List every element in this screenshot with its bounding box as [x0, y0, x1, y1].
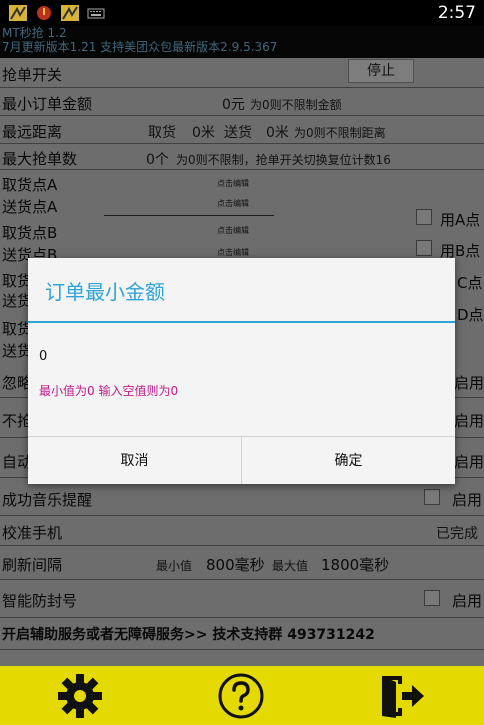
help-icon[interactable] — [217, 672, 265, 720]
keyboard-icon — [87, 8, 105, 19]
app-notification-icon-2 — [61, 5, 79, 21]
confirm-button[interactable]: 确定 — [241, 437, 455, 484]
dialog-title-divider — [28, 321, 455, 323]
dialog-hint: 最小值为0 输入空值则为0 — [39, 384, 179, 398]
app-notification-icon — [9, 5, 27, 21]
dialog-buttons: 取消 确定 — [28, 436, 455, 484]
cancel-button[interactable]: 取消 — [28, 437, 241, 484]
bottom-toolbar — [0, 666, 484, 725]
clock: 2:57 — [437, 3, 476, 23]
min-amount-dialog: 订单最小金额 0 最小值为0 输入空值则为0 取消 确定 — [28, 258, 455, 484]
alert-notification-icon — [37, 6, 51, 20]
min-amount-input[interactable]: 0 — [39, 349, 47, 364]
gear-icon[interactable] — [56, 672, 104, 720]
exit-icon[interactable] — [378, 672, 426, 720]
status-bar: 2:57 — [0, 0, 484, 26]
dialog-title: 订单最小金额 — [45, 280, 165, 304]
